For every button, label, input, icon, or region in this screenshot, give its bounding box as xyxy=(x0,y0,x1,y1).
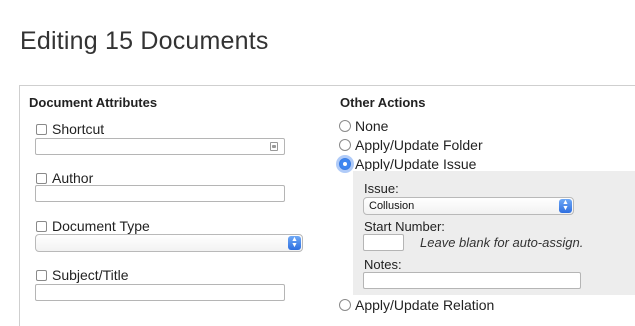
subject-title-row: Subject/Title xyxy=(36,267,129,283)
shortcut-row: Shortcut xyxy=(36,121,104,137)
contact-card-icon[interactable] xyxy=(270,142,278,151)
document-type-row: Document Type xyxy=(36,218,150,234)
action-option-issue[interactable]: Apply/Update Issue xyxy=(339,156,476,172)
start-number-label: Start Number: xyxy=(364,219,445,234)
author-row: Author xyxy=(36,170,93,186)
subject-title-label: Subject/Title xyxy=(52,267,129,283)
action-option-label: Apply/Update Relation xyxy=(355,297,495,313)
document-type-label: Document Type xyxy=(52,218,150,234)
action-option-folder[interactable]: Apply/Update Folder xyxy=(339,137,483,153)
select-stepper-icon: ▲ ▼ xyxy=(559,199,572,213)
start-number-input[interactable] xyxy=(363,234,404,251)
author-label: Author xyxy=(52,170,94,186)
shortcut-label: Shortcut xyxy=(52,121,105,137)
notes-label: Notes: xyxy=(364,257,402,272)
author-input[interactable] xyxy=(35,185,285,202)
action-option-label: Apply/Update Issue xyxy=(355,156,477,172)
issue-label: Issue: xyxy=(364,181,399,196)
author-checkbox[interactable] xyxy=(36,172,47,184)
radio-button[interactable] xyxy=(339,299,351,311)
issue-select[interactable]: Collusion ▲ ▼ xyxy=(363,197,574,215)
radio-button-selected[interactable] xyxy=(339,158,351,170)
start-number-hint: Leave blank for auto-assign. xyxy=(420,235,584,250)
notes-input[interactable] xyxy=(363,272,581,289)
action-option-relation[interactable]: Apply/Update Relation xyxy=(339,297,494,313)
action-option-label: None xyxy=(355,118,389,134)
document-type-select[interactable]: ▲ ▼ xyxy=(35,234,303,252)
page-title: Editing 15 Documents xyxy=(20,27,269,55)
action-option-none[interactable]: None xyxy=(339,118,388,134)
issue-select-value: Collusion xyxy=(369,200,415,212)
action-option-label: Apply/Update Folder xyxy=(355,137,483,153)
radio-button[interactable] xyxy=(339,139,351,151)
document-attributes-heading: Document Attributes xyxy=(29,95,158,110)
shortcut-input[interactable] xyxy=(35,138,285,155)
subject-title-checkbox[interactable] xyxy=(36,269,47,281)
radio-button[interactable] xyxy=(339,120,351,132)
other-actions-heading: Other Actions xyxy=(340,95,426,110)
document-type-checkbox[interactable] xyxy=(36,220,47,232)
shortcut-checkbox[interactable] xyxy=(36,123,47,135)
subject-title-input[interactable] xyxy=(35,284,285,301)
select-stepper-icon: ▲ ▼ xyxy=(288,236,301,250)
